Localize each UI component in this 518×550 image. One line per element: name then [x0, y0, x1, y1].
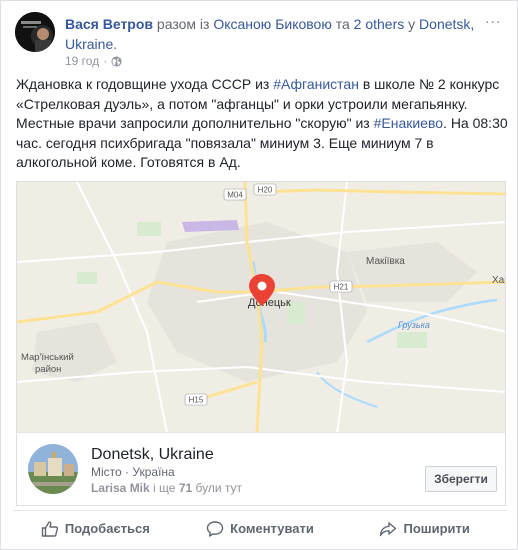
like-button[interactable]: Подобається — [13, 511, 178, 546]
post-card: ... Вася Ветров разом із Оксаною Биковою… — [0, 0, 518, 550]
place-separator: · — [125, 465, 130, 479]
place-card[interactable]: Donetsk, Ukraine Місто · Україна Larisa … — [16, 432, 506, 506]
with-prefix: разом із — [156, 16, 210, 32]
map-label-marinsky: Мар'їнський — [21, 352, 74, 363]
location-suffix: . — [113, 36, 118, 52]
map-label-donetsk: Донецьк — [248, 297, 291, 309]
map-label-gruzka: Грузька — [398, 320, 430, 330]
post-options-button[interactable]: ... — [485, 11, 505, 27]
globe-icon[interactable] — [111, 55, 122, 67]
road-label-h20: H20 — [258, 186, 273, 195]
place-category: Місто — [91, 465, 122, 479]
road-label-h15: H15 — [189, 396, 204, 405]
share-label: Поширити — [403, 521, 470, 536]
post-meta: 19 год · — [65, 54, 122, 68]
author-avatar[interactable] — [15, 12, 55, 52]
share-button[interactable]: Поширити — [342, 511, 507, 546]
tagged-person-link[interactable]: Оксаною Биковою — [213, 16, 332, 32]
map-label-khar: Хар — [492, 275, 506, 286]
hashtag-afghanistan[interactable]: #Афганистан — [273, 76, 359, 92]
meta-separator: · — [103, 54, 108, 68]
comment-icon — [206, 520, 224, 537]
comment-button[interactable]: Коментувати — [178, 511, 343, 546]
post-text-part: Ждановка к годовщине ухода СССР из — [16, 76, 274, 92]
like-label: Подобається — [64, 521, 150, 536]
share-icon — [380, 521, 397, 536]
thumbs-up-icon — [41, 520, 58, 537]
post-header: Вася Ветров разом із Оксаною Биковою та … — [65, 14, 475, 54]
post-timestamp[interactable]: 19 год — [65, 54, 99, 68]
visitor-count[interactable]: 71 — [179, 481, 192, 495]
others-link[interactable]: 2 others — [354, 16, 405, 32]
visited-text: були тут — [195, 481, 243, 495]
map-label-raion: район — [35, 364, 61, 375]
road-label-h21: H21 — [334, 283, 349, 292]
visitor-name[interactable]: Larisa Mik — [91, 481, 150, 495]
save-place-button[interactable]: Зберегти — [425, 466, 497, 492]
place-country: Україна — [132, 465, 175, 479]
place-thumbnail[interactable] — [28, 444, 78, 494]
place-subtitle: Місто · Україна — [91, 464, 175, 480]
and-word: та — [335, 16, 350, 32]
place-title[interactable]: Donetsk, Ukraine — [91, 445, 214, 465]
map-label-makiivka: Макіївка — [366, 256, 405, 267]
post-body: Ждановка к годовщине ухода СССР из #Афга… — [16, 75, 508, 173]
location-prefix: у — [408, 16, 416, 32]
comment-label: Коментувати — [230, 521, 314, 536]
road-label-m04: M04 — [227, 191, 243, 200]
visitor-and: і ще — [153, 481, 176, 495]
hashtag-yenakiieve[interactable]: #Енакиево — [374, 115, 443, 131]
location-map[interactable]: M04 H20 H21 H15 Макіївка Хар Мар'їнський… — [16, 181, 506, 432]
author-name[interactable]: Вася Ветров — [65, 16, 153, 32]
place-visitors: Larisa Mik і ще 71 були тут — [91, 480, 242, 496]
post-actions-bar: Подобається Коментувати Поширити — [13, 510, 507, 546]
